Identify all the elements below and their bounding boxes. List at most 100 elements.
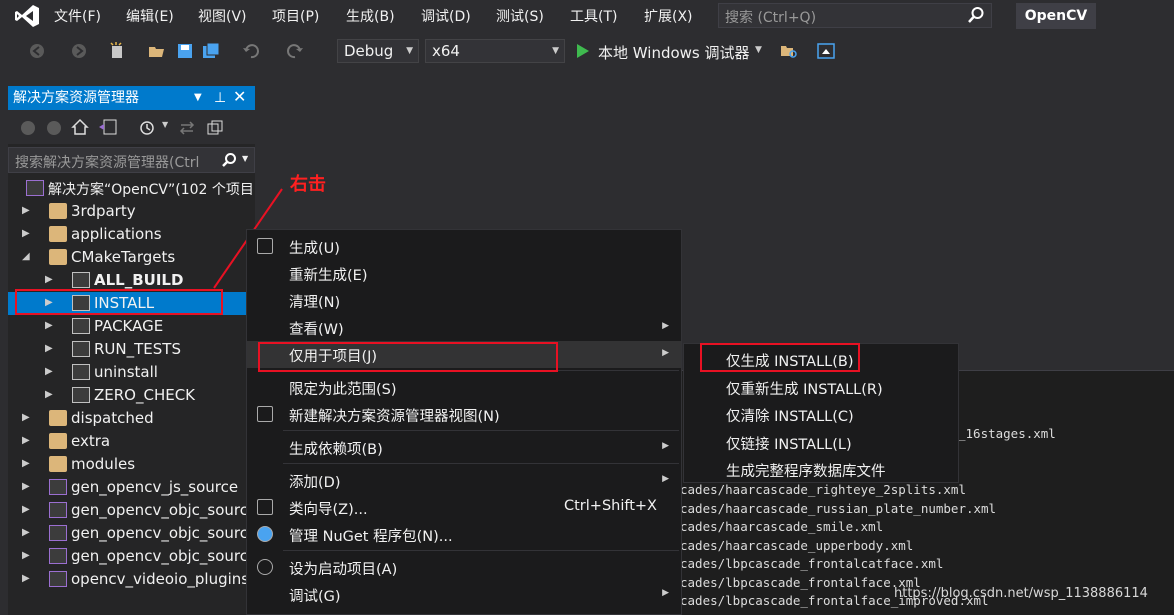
expand-arrow-icon[interactable]: ▶ — [22, 504, 32, 516]
expand-arrow-icon[interactable]: ▶ — [22, 481, 32, 493]
quick-search-box[interactable]: 搜索 (Ctrl+Q) — [718, 3, 992, 28]
folder-icon — [49, 410, 67, 426]
chevron-down-icon[interactable]: ▼ — [162, 120, 168, 129]
chevron-down-icon[interactable]: ▼ — [242, 154, 248, 163]
close-icon[interactable]: ✕ — [233, 85, 246, 109]
collapse-arrow-icon[interactable]: ◢ — [22, 251, 32, 263]
save-icon[interactable] — [176, 42, 194, 60]
expand-arrow-icon[interactable]: ▶ — [22, 435, 32, 447]
save-all-icon[interactable] — [202, 42, 220, 60]
expand-arrow-icon[interactable]: ▶ — [45, 366, 55, 378]
forward-icon[interactable] — [46, 120, 62, 136]
tree-item[interactable]: ▶ applications — [8, 223, 255, 246]
undo-icon[interactable] — [242, 42, 260, 60]
back-icon[interactable] — [28, 42, 46, 60]
platform-select[interactable]: x64 ▼ — [425, 39, 565, 63]
pending-changes-icon[interactable] — [138, 119, 156, 137]
tree-item[interactable]: ▶ 3rdparty — [8, 200, 255, 223]
output-line: cades/lbpcascade_frontalcatface.xml — [680, 556, 944, 571]
tree-item[interactable]: 解决方案“OpenCV”(102 个项目 — [8, 177, 255, 200]
expand-arrow-icon[interactable]: ▶ — [22, 527, 32, 539]
home-window-icon[interactable] — [817, 42, 835, 60]
context-menu-item[interactable]: 管理 NuGet 程序包(N)... — [247, 521, 681, 548]
tree-item[interactable]: ▶ gen_opencv_objc_source — [8, 522, 257, 545]
submenu-item[interactable]: 仅链接 INSTALL(L) — [684, 429, 958, 456]
menu-tools[interactable]: 工具(T) — [570, 6, 617, 26]
menu-build[interactable]: 生成(B) — [346, 6, 395, 26]
pin-icon[interactable]: ⊥ — [214, 86, 226, 110]
context-menu-item[interactable]: 生成(U) — [247, 233, 681, 260]
menu-extensions[interactable]: 扩展(X) — [644, 6, 693, 26]
tree-item-label: 3rdparty — [71, 202, 136, 220]
collapse-all-icon[interactable] — [206, 119, 224, 137]
context-menu-item-label: 添加(D) — [289, 475, 341, 491]
context-menu-item[interactable]: 限定为此范围(S) — [247, 374, 681, 401]
menu-file[interactable]: 文件(F) — [54, 6, 101, 26]
tree-item[interactable]: ▶ PACKAGE — [8, 315, 255, 338]
configuration-select[interactable]: Debug ▼ — [337, 39, 419, 63]
output-line: _16stages.xml — [958, 426, 1056, 441]
tree-item[interactable]: ▶ extra — [8, 430, 255, 453]
home-icon[interactable] — [71, 118, 89, 136]
menu-test[interactable]: 测试(S) — [496, 6, 544, 26]
expand-arrow-icon[interactable]: ▶ — [45, 343, 55, 355]
tree-item-label: gen_opencv_objc_source — [71, 547, 258, 565]
context-menu-item[interactable]: 重新生成(E) — [247, 260, 681, 287]
redo-icon[interactable] — [286, 42, 304, 60]
folder-icon — [49, 433, 67, 449]
context-menu-item-label: 类向导(Z)... — [289, 502, 368, 518]
expand-arrow-icon[interactable]: ▶ — [22, 412, 32, 424]
find-in-files-icon[interactable] — [780, 42, 798, 60]
sync-icon[interactable] — [178, 119, 196, 137]
menu-view[interactable]: 视图(V) — [198, 6, 247, 26]
tree-item[interactable]: ▶ gen_opencv_js_source — [8, 476, 255, 499]
context-menu-item[interactable]: 生成依赖项(B) ▶ — [247, 434, 681, 461]
open-folder-icon[interactable] — [148, 42, 166, 60]
search-icon[interactable] — [221, 152, 237, 168]
search-icon[interactable] — [967, 6, 985, 24]
context-menu-item[interactable]: 设为启动项目(A) — [247, 554, 681, 581]
submenu-item[interactable]: 生成完整程序数据库文件 — [684, 456, 958, 483]
dropdown-icon[interactable]: ▼ — [194, 86, 202, 110]
context-menu-item[interactable]: 新建解决方案资源管理器视图(N) — [247, 401, 681, 428]
solution-explorer-toolbar: ▼ — [8, 110, 255, 144]
new-project-icon[interactable] — [108, 42, 126, 60]
play-icon[interactable] — [576, 43, 590, 59]
tree-item[interactable]: ▶ modules — [8, 453, 255, 476]
tree-item[interactable]: ▶ gen_opencv_objc_source — [8, 499, 257, 522]
submenu-item[interactable]: 仅重新生成 INSTALL(R) — [684, 374, 958, 401]
expand-arrow-icon[interactable]: ▶ — [22, 228, 32, 240]
start-debugger-button[interactable]: 本地 Windows 调试器 — [598, 42, 750, 63]
tree-item[interactable]: ▶ ZERO_CHECK — [8, 384, 255, 407]
expand-arrow-icon[interactable]: ▶ — [45, 274, 55, 286]
switch-views-icon[interactable] — [98, 118, 118, 136]
expand-arrow-icon[interactable]: ▶ — [22, 550, 32, 562]
context-menu-item[interactable]: 调试(G) ▶ — [247, 581, 681, 608]
expand-arrow-icon[interactable]: ▶ — [45, 320, 55, 332]
back-icon[interactable] — [20, 120, 36, 136]
tree-item[interactable]: ▶ uninstall — [8, 361, 255, 384]
context-menu-item[interactable]: 添加(D) ▶ — [247, 467, 681, 494]
menu-debug[interactable]: 调试(D) — [421, 6, 471, 26]
forward-icon[interactable] — [70, 42, 88, 60]
chevron-down-icon[interactable]: ▼ — [755, 45, 762, 55]
tree-item[interactable]: ▶ opencv_videoio_plugins — [8, 568, 255, 591]
menu-edit[interactable]: 编辑(E) — [126, 6, 174, 26]
submenu-item[interactable]: 仅清除 INSTALL(C) — [684, 401, 958, 428]
solution-explorer-search[interactable]: 搜索解决方案资源管理器(Ctrl ▼ — [8, 147, 255, 173]
context-menu-item[interactable]: 清理(N) — [247, 287, 681, 314]
tree-item-label: RUN_TESTS — [94, 340, 181, 358]
expand-arrow-icon[interactable]: ▶ — [22, 458, 32, 470]
solution-explorer-search-placeholder: 搜索解决方案资源管理器(Ctrl — [15, 155, 200, 171]
tree-item[interactable]: ▶ RUN_TESTS — [8, 338, 255, 361]
expand-arrow-icon[interactable]: ▶ — [22, 573, 32, 585]
visual-studio-logo-icon[interactable] — [14, 4, 40, 28]
expand-arrow-icon[interactable]: ▶ — [22, 205, 32, 217]
context-menu-item[interactable]: 查看(W) ▶ — [247, 314, 681, 341]
tree-item[interactable]: ◢ CMakeTargets — [8, 246, 255, 269]
expand-arrow-icon[interactable]: ▶ — [45, 389, 55, 401]
tree-item[interactable]: ▶ dispatched — [8, 407, 255, 430]
tree-item[interactable]: ▶ gen_opencv_objc_source — [8, 545, 258, 568]
menu-project[interactable]: 项目(P) — [272, 6, 319, 26]
context-menu-item[interactable]: 类向导(Z)... Ctrl+Shift+X — [247, 494, 681, 521]
